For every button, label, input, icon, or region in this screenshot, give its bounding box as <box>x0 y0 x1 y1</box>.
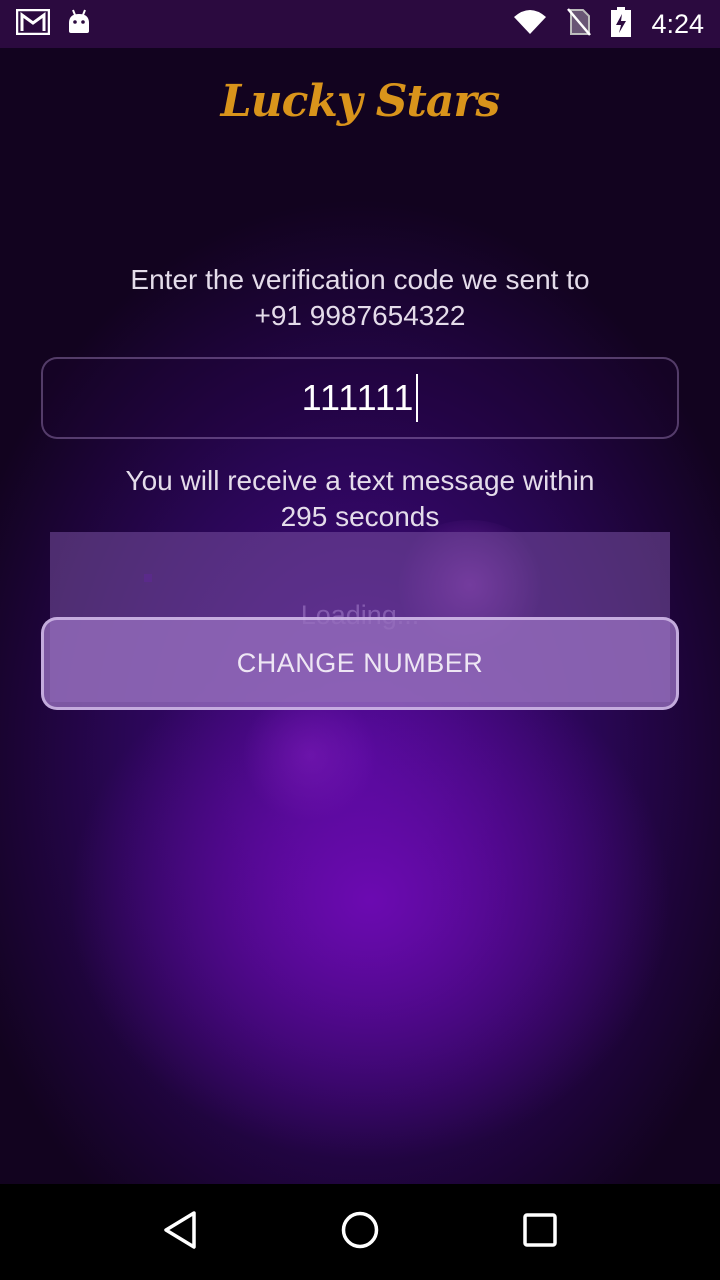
sms-timer-message: You will receive a text message within 2… <box>40 463 680 535</box>
verification-code-field[interactable]: 111111 <box>41 357 679 439</box>
back-icon <box>162 1210 198 1255</box>
verification-prompt: Enter the verification code we sent to +… <box>40 262 680 334</box>
timer-line: You will receive a text message within <box>125 465 595 496</box>
status-bar: 4:24 <box>0 0 720 48</box>
text-cursor <box>416 374 419 422</box>
change-number-button[interactable]: CHANGE NUMBER <box>41 617 679 710</box>
verification-code-input[interactable]: 111111 <box>302 377 415 419</box>
gmail-icon <box>15 8 51 40</box>
recents-icon <box>522 1212 558 1253</box>
status-time: 4:24 <box>651 8 704 39</box>
android-icon <box>66 9 92 40</box>
phone-number: +91 9987654322 <box>254 300 466 331</box>
screen: 4:24 Lucky Stars Enter the verification … <box>0 0 720 1280</box>
timer-countdown: 295 seconds <box>280 501 440 532</box>
recents-button[interactable] <box>510 1202 570 1262</box>
home-icon <box>340 1210 380 1255</box>
loading-spinner-icon <box>144 574 152 582</box>
prompt-line: Enter the verification code we sent to <box>130 264 590 295</box>
app-logo: Lucky Stars <box>220 76 501 127</box>
wifi-icon <box>513 9 547 40</box>
battery-charging-icon <box>611 6 632 42</box>
no-signal-icon <box>567 7 592 41</box>
navigation-bar <box>0 1184 720 1280</box>
home-button[interactable] <box>330 1202 390 1262</box>
back-button[interactable] <box>150 1202 210 1262</box>
